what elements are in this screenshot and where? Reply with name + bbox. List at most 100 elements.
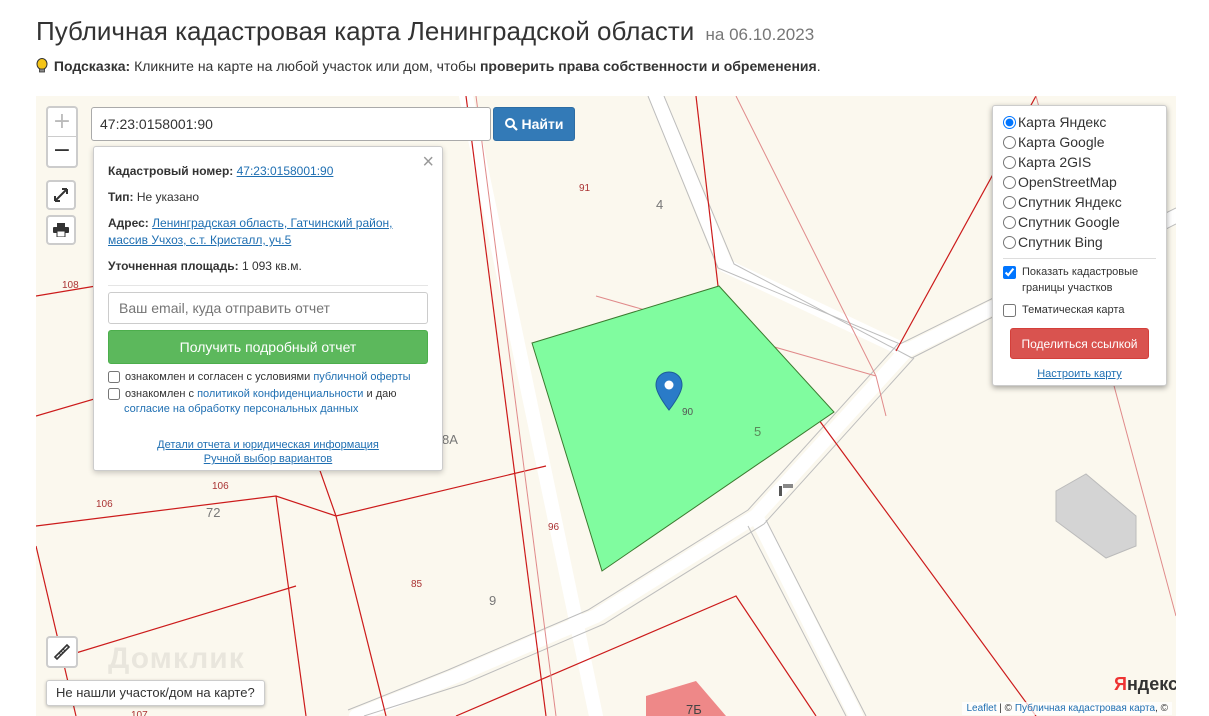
personal-data-link[interactable]: согласие на обработку персональных данны… (124, 403, 358, 415)
map[interactable]: 91 4 108 90 5 8А 106 106 72 96 85 9 107 … (36, 96, 1176, 716)
address-label: Адрес: (108, 216, 149, 230)
type-row: Тип: Не указано (108, 189, 428, 206)
type-label: Тип: (108, 190, 134, 204)
building (1055, 473, 1137, 559)
area-value: 1 093 кв.м. (241, 259, 302, 273)
layer-radio[interactable] (1003, 115, 1016, 129)
map-attribution: Leaflet | © Публичная кадастровая карта,… (962, 702, 1172, 715)
map-label-4: 4 (656, 197, 664, 212)
print-button[interactable] (46, 215, 76, 245)
zoom-control: + − (46, 106, 78, 168)
thematic-option: Тематическая карта (1003, 302, 1156, 318)
report-details-link[interactable]: Детали отчета и юридическая информация (157, 439, 379, 451)
layer-option[interactable]: Карта Google (1003, 132, 1156, 152)
layer-switcher: Карта Яндекс Карта Google Карта 2GIS OpenSt… (992, 105, 1167, 386)
layer-option[interactable]: Карта 2GIS (1003, 152, 1156, 172)
cadastral-number-row: Кадастровый номер: 47:23:0158001:90 (108, 163, 428, 180)
map-label-106b: 106 (96, 499, 113, 510)
layers-divider (1003, 258, 1156, 259)
close-icon[interactable]: × (422, 151, 434, 174)
layer-radio[interactable] (1003, 215, 1016, 229)
layer-radio[interactable] (1003, 235, 1016, 249)
get-report-button[interactable]: Получить подробный отчет (108, 330, 428, 364)
layer-option-label: Спутник Яндекс (1018, 194, 1122, 210)
zoom-in-button[interactable]: + (48, 108, 76, 137)
email-field[interactable] (108, 292, 428, 324)
leaflet-link[interactable]: Leaflet (966, 703, 996, 714)
map-label-72: 72 (206, 505, 221, 520)
address-link[interactable]: Ленинградская область, Гатчинский район,… (108, 216, 393, 247)
manual-link-wrap: Ручной выбор вариантов (108, 453, 428, 465)
hint-text: Кликните на карте на любой участок или д… (134, 58, 477, 74)
popup-divider (108, 285, 428, 286)
map-label-8a: 8А (442, 432, 458, 447)
privacy-checkbox[interactable] (108, 388, 120, 400)
layer-option-label: Карта Google (1018, 134, 1105, 150)
cadastral-number-label: Кадастровый номер: (108, 164, 234, 178)
show-borders-label: Показать кадастровые границы участков (1022, 266, 1139, 294)
not-found-button[interactable]: Не нашли участок/дом на карте? (46, 680, 265, 706)
map-label-106: 106 (212, 481, 229, 492)
layer-radio[interactable] (1003, 195, 1016, 209)
domclick-watermark: Домклик (108, 642, 245, 675)
selected-parcel[interactable] (531, 285, 835, 572)
page-title: Публичная кадастровая карта Ленинградско… (36, 16, 814, 47)
privacy-text-mid: и даю (366, 388, 397, 400)
layer-option[interactable]: Спутник Bing (1003, 232, 1156, 252)
share-link-button[interactable]: Поделиться ссылкой (1010, 328, 1149, 359)
map-label-108: 108 (62, 280, 79, 291)
manual-select-link[interactable]: Ручной выбор вариантов (204, 453, 332, 465)
attribution-tail: , © (1155, 703, 1168, 714)
pkk-link[interactable]: Публичная кадастровая карта (1015, 703, 1155, 714)
privacy-agreement: ознакомлен с политикой конфиденциальност… (108, 387, 428, 417)
privacy-text-label: ознакомлен с (125, 388, 195, 400)
layer-option-label: OpenStreetMap (1018, 174, 1117, 190)
privacy-text: ознакомлен с политикой конфиденциальност… (124, 387, 397, 417)
zoom-out-button[interactable]: − (48, 137, 76, 166)
thematic-checkbox[interactable] (1003, 304, 1016, 317)
ruler-button[interactable] (46, 636, 78, 668)
address-row: Адрес: Ленинградская область, Гатчинский… (108, 215, 428, 249)
lightbulb-icon (36, 58, 48, 73)
search-button[interactable]: Найти (493, 107, 575, 141)
layer-option[interactable]: Спутник Google (1003, 212, 1156, 232)
yandex-logo: Яндекс (1114, 674, 1176, 695)
cadastral-search-input[interactable] (91, 107, 491, 141)
offer-checkbox[interactable] (108, 371, 120, 383)
yandex-logo-rest: ндекс (1126, 674, 1176, 694)
map-label-90: 90 (682, 407, 694, 418)
fullscreen-icon (54, 188, 68, 202)
hint-end: . (816, 58, 821, 74)
layer-option-label: Спутник Bing (1018, 234, 1103, 250)
offer-link[interactable]: публичной оферты (313, 371, 410, 383)
layer-radio[interactable] (1003, 155, 1016, 169)
map-label-9: 9 (489, 593, 497, 608)
map-label-7b: 7Б (686, 702, 702, 716)
type-value: Не указано (136, 190, 200, 204)
privacy-policy-link[interactable]: политикой конфиденциальности (197, 388, 363, 400)
attribution-sep: | © (996, 703, 1015, 714)
printer-icon (53, 223, 69, 237)
area-label: Уточненная площадь: (108, 259, 239, 273)
cadastral-number-link[interactable]: 47:23:0158001:90 (237, 164, 334, 178)
layer-radio[interactable] (1003, 135, 1016, 149)
layer-option[interactable]: Карта Яндекс (1003, 112, 1156, 132)
layer-option-label: Спутник Google (1018, 214, 1120, 230)
thematic-label: Тематическая карта (1022, 304, 1125, 316)
layer-option[interactable]: Спутник Яндекс (1003, 192, 1156, 212)
parcel-info-popup: × Кадастровый номер: 47:23:0158001:90 Ти… (93, 146, 443, 471)
layer-radio[interactable] (1003, 175, 1016, 189)
map-label-91: 91 (579, 183, 591, 194)
map-label-96: 96 (548, 522, 560, 533)
map-label-5: 5 (754, 424, 762, 439)
area-row: Уточненная площадь: 1 093 кв.м. (108, 258, 428, 275)
offer-agreement: ознакомлен и согласен с условиями публич… (108, 370, 428, 385)
layer-option-label: Карта 2GIS (1018, 154, 1092, 170)
search-button-label: Найти (521, 116, 564, 132)
layer-option[interactable]: OpenStreetMap (1003, 172, 1156, 192)
layer-option-label: Карта Яндекс (1018, 114, 1107, 130)
layer-options: Карта Яндекс Карта Google Карта 2GIS OpenSt… (1003, 112, 1156, 252)
show-borders-checkbox[interactable] (1003, 266, 1016, 279)
fullscreen-button[interactable] (46, 180, 76, 210)
tune-map-link[interactable]: Настроить карту (1003, 368, 1156, 380)
